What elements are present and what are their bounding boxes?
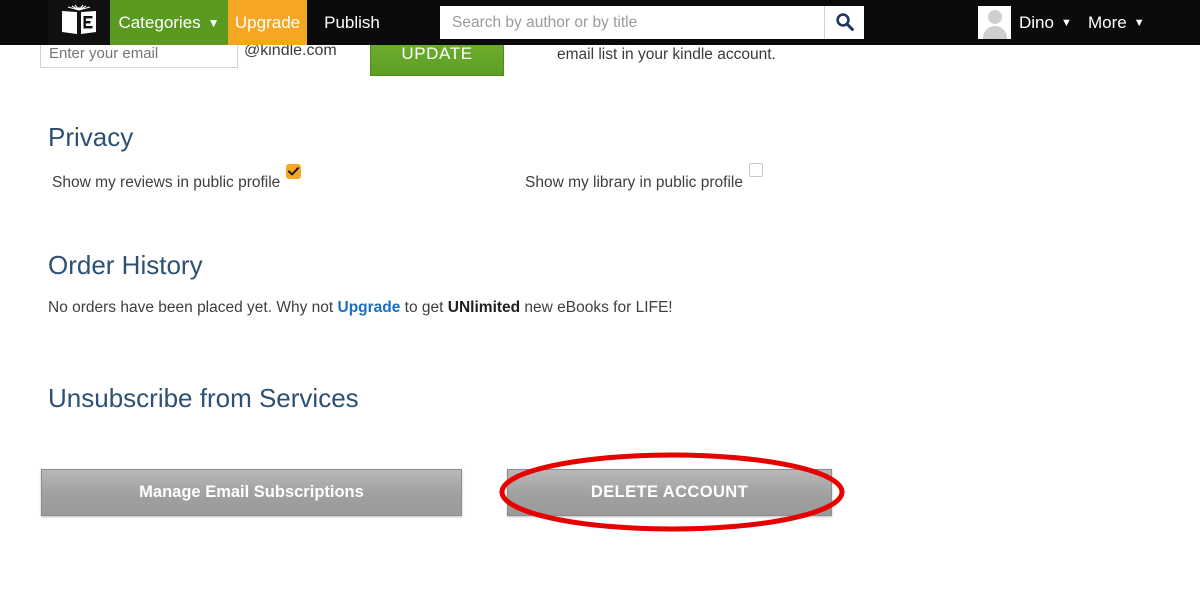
user-menu-label: Dino bbox=[1019, 12, 1054, 32]
privacy-section-heading: Privacy bbox=[48, 122, 134, 152]
delete-account-button[interactable]: DELETE ACCOUNT bbox=[507, 469, 832, 516]
avatar-body-icon bbox=[982, 26, 1007, 39]
nav-item-upgrade[interactable]: Upgrade bbox=[228, 0, 307, 45]
site-logo[interactable] bbox=[48, 0, 110, 45]
privacy-reviews-checkbox[interactable] bbox=[286, 164, 302, 179]
more-menu-label: More bbox=[1088, 12, 1127, 32]
more-menu[interactable]: More ▼ bbox=[1088, 0, 1145, 45]
nav-categories-label: Categories bbox=[118, 12, 201, 32]
top-navigation-bar: Categories ▼ Upgrade Publish Dino ▼ More… bbox=[0, 0, 1200, 45]
search-bar bbox=[440, 6, 864, 39]
privacy-library-checkbox[interactable] bbox=[748, 163, 763, 177]
avatar[interactable] bbox=[978, 6, 1011, 39]
unsubscribe-heading: Unsubscribe from Services bbox=[48, 383, 359, 413]
order-history-text: No orders have been placed yet. Why not … bbox=[48, 299, 673, 317]
order-history-heading: Order History bbox=[48, 250, 203, 280]
kindle-note-text: email list in your kindle account. bbox=[557, 46, 776, 63]
nav-item-categories[interactable]: Categories ▼ bbox=[110, 0, 228, 45]
search-button[interactable] bbox=[824, 6, 864, 39]
search-icon bbox=[835, 12, 854, 34]
avatar-head-icon bbox=[987, 10, 1002, 24]
privacy-reviews-row: Show my reviews in public profile bbox=[52, 164, 302, 193]
order-text-middle: to get bbox=[400, 299, 448, 316]
order-text-after: new eBooks for LIFE! bbox=[520, 299, 673, 316]
open-book-logo-icon bbox=[59, 3, 99, 42]
manage-email-subscriptions-button[interactable]: Manage Email Subscriptions bbox=[41, 469, 462, 516]
upgrade-link[interactable]: Upgrade bbox=[338, 299, 401, 316]
privacy-reviews-label: Show my reviews in public profile bbox=[52, 174, 281, 191]
chevron-down-icon: ▼ bbox=[207, 15, 220, 30]
chevron-down-icon: ▼ bbox=[1133, 16, 1145, 29]
order-text-before: No orders have been placed yet. Why not bbox=[48, 299, 338, 316]
unlimited-emphasis: UNlimited bbox=[447, 299, 521, 316]
nav-item-publish[interactable]: Publish bbox=[307, 0, 397, 45]
privacy-library-row: Show my library in public profile bbox=[525, 163, 763, 193]
user-menu[interactable]: Dino ▼ bbox=[1019, 0, 1072, 45]
check-icon bbox=[288, 167, 300, 176]
privacy-library-label: Show my library in public profile bbox=[525, 174, 743, 191]
chevron-down-icon: ▼ bbox=[1060, 16, 1072, 29]
search-input[interactable] bbox=[440, 6, 824, 39]
